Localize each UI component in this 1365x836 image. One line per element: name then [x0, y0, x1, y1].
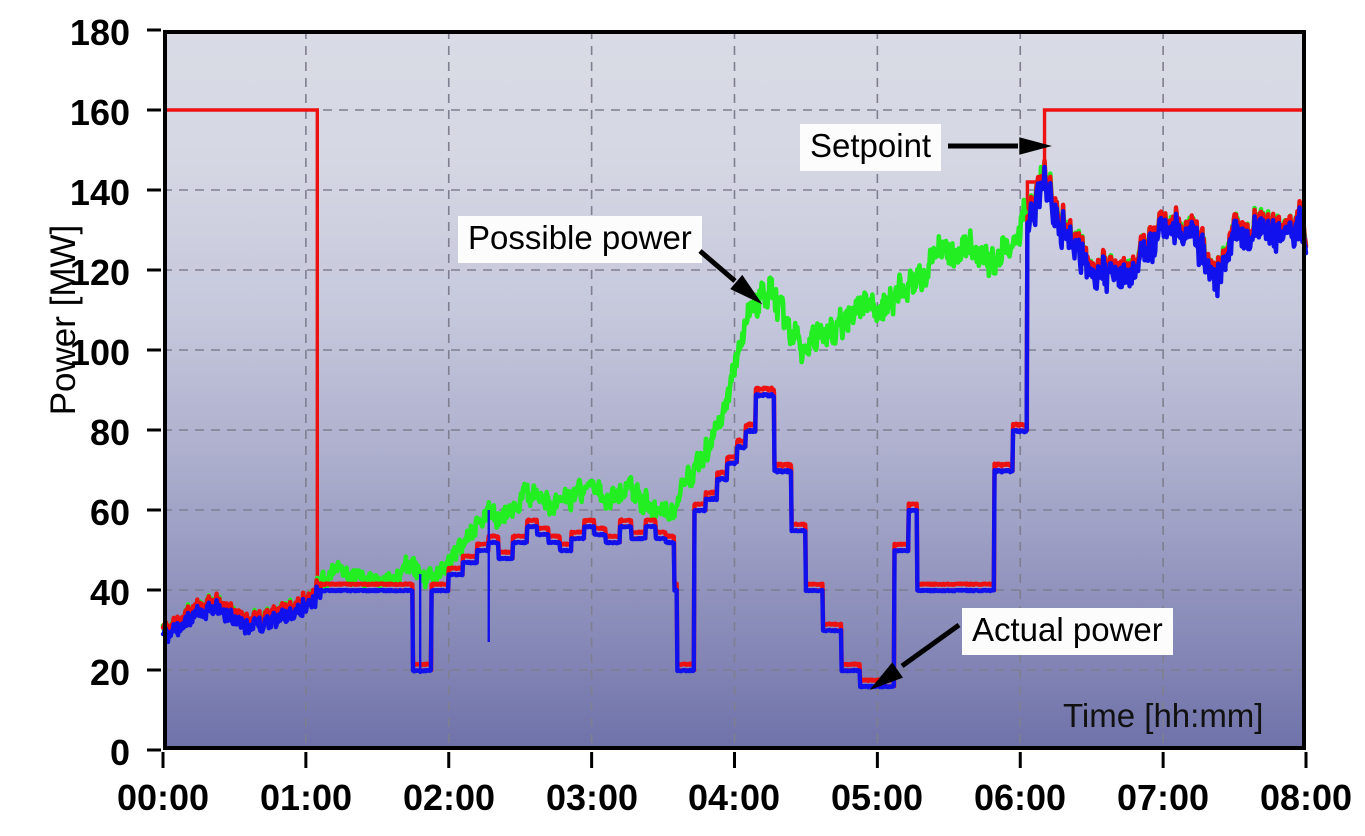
y-tick-label: 20	[89, 652, 130, 693]
y-tick-label: 160	[69, 92, 130, 133]
y-axis-title: Power [MW]	[44, 224, 83, 416]
y-tick-label: 80	[89, 412, 130, 453]
x-tick-label: 01:00	[259, 777, 353, 818]
y-tick-label: 40	[89, 572, 130, 613]
y-tick-label: 180	[69, 12, 130, 53]
y-tick-label: 140	[69, 172, 130, 213]
x-axis-title: Time [hh:mm]	[1063, 697, 1264, 734]
x-tick-label: 02:00	[402, 777, 496, 818]
x-tick-label: 03:00	[545, 777, 639, 818]
annotation-actual-power: Actual power	[962, 608, 1173, 655]
annotation-setpoint: Setpoint	[800, 124, 942, 171]
x-tick-label: 00:00	[116, 777, 210, 818]
annotation-possible-power: Possible power	[458, 216, 702, 263]
y-tick-label: 120	[69, 252, 130, 293]
x-tick-label: 05:00	[830, 777, 924, 818]
y-tick-label: 60	[89, 492, 130, 533]
x-tick-label: 08:00	[1259, 777, 1353, 818]
y-tick-label: 100	[69, 332, 130, 373]
y-tick-label: 0	[109, 732, 130, 773]
x-tick-label: 06:00	[973, 777, 1067, 818]
x-tick-label: 07:00	[1116, 777, 1210, 818]
x-tick-label: 04:00	[687, 777, 781, 818]
chart-figure: Power [MW] 0 20 40 60 80 100 120 140 160…	[0, 0, 1365, 836]
